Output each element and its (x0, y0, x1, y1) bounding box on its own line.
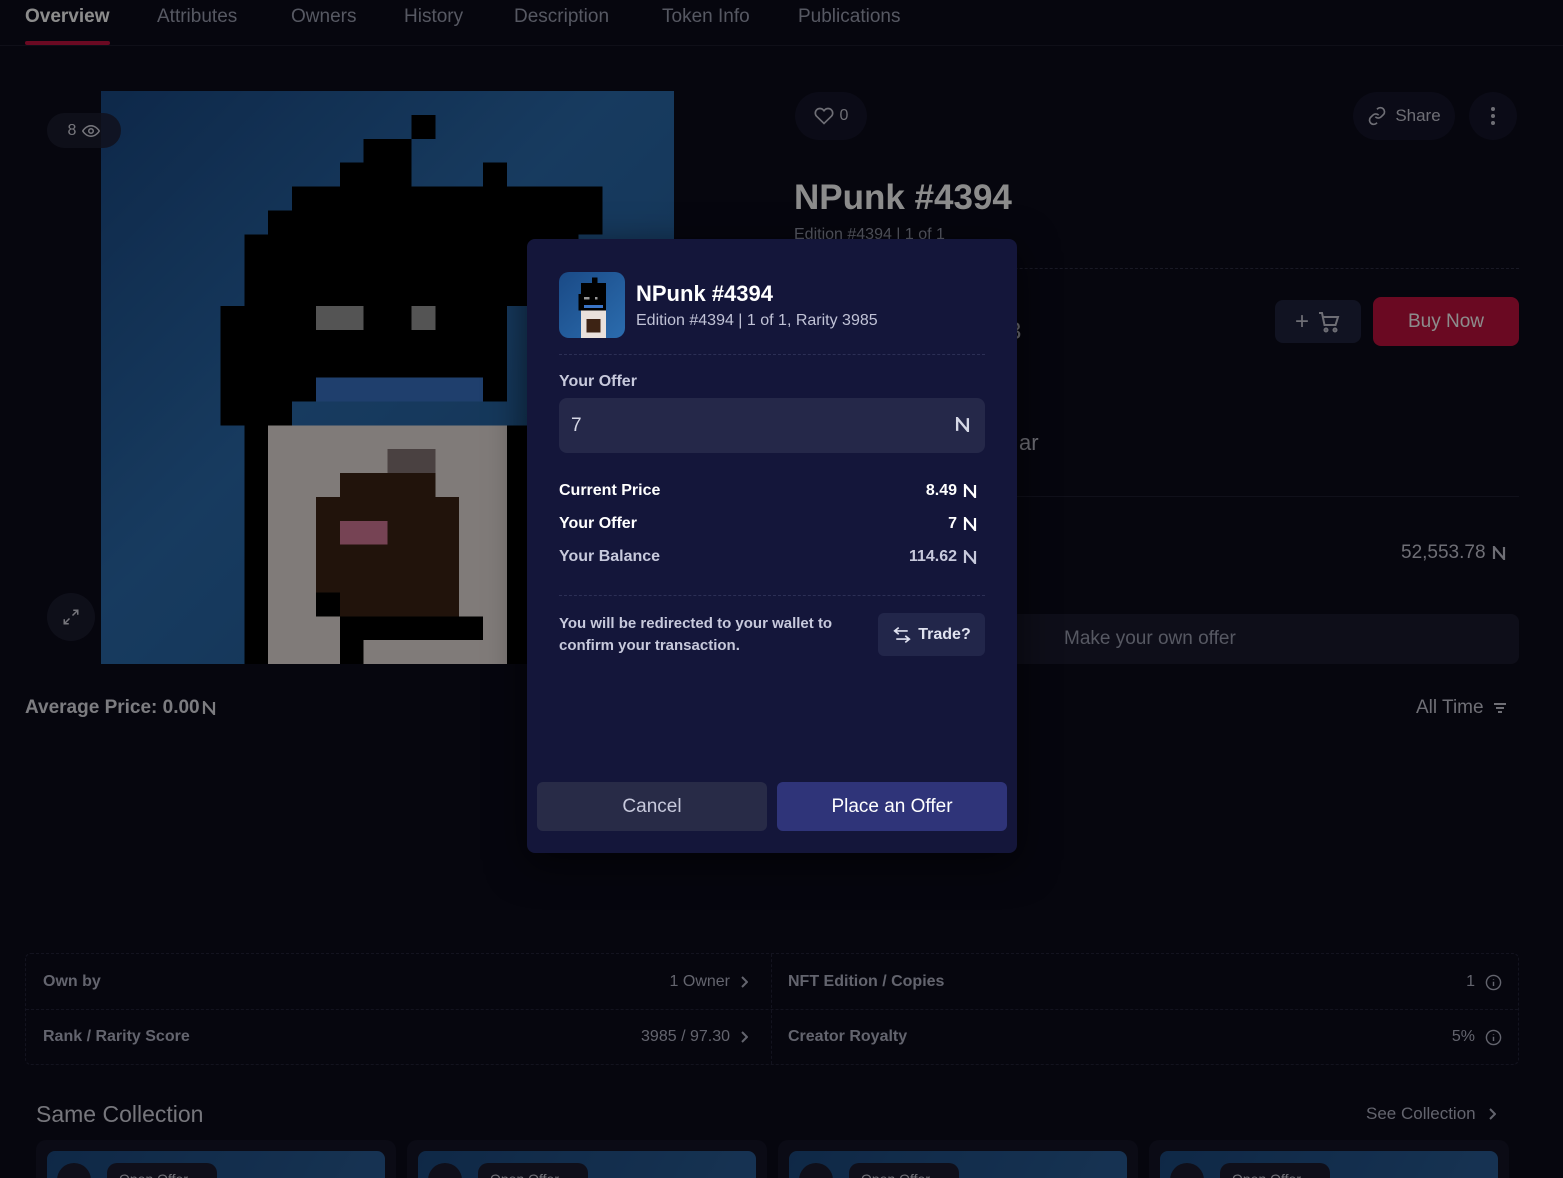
balance-amount: 114.62 (908, 548, 957, 565)
trade-label: Trade? (918, 625, 971, 643)
current-price-label: Current Price (559, 482, 661, 499)
near-logo-icon (963, 484, 977, 498)
place-offer-button[interactable]: Place an Offer (777, 782, 1007, 831)
current-price-amount: 8.49 (925, 482, 957, 499)
divider (559, 595, 985, 596)
offer-input-label: Your Offer (559, 373, 637, 390)
modal-title: NPunk #4394 (636, 281, 773, 306)
near-logo-icon (963, 517, 977, 531)
trade-button[interactable]: Trade? (878, 613, 985, 656)
near-logo-icon (955, 417, 970, 432)
modal-subtitle: Edition #4394 | 1 of 1, Rarity 3985 (636, 312, 878, 329)
swap-icon (893, 626, 911, 643)
balance-label: Your Balance (559, 548, 661, 565)
current-price-value: 8.49 (926, 482, 977, 500)
wallet-redirect-note: You will be redirected to your wallet to… (559, 615, 833, 654)
place-offer-modal: NPunk #4394 Edition #4394 | 1 of 1, Rari… (527, 239, 1017, 853)
nft-thumbnail (559, 272, 625, 338)
your-offer-value: 7 (948, 515, 977, 533)
near-logo-icon (963, 550, 977, 564)
your-offer-amount: 7 (948, 515, 957, 532)
cancel-button[interactable]: Cancel (537, 782, 767, 831)
divider (559, 354, 985, 355)
balance-value: 114.62 (909, 548, 977, 566)
your-offer-label: Your Offer (559, 515, 637, 532)
offer-input[interactable] (559, 398, 985, 453)
